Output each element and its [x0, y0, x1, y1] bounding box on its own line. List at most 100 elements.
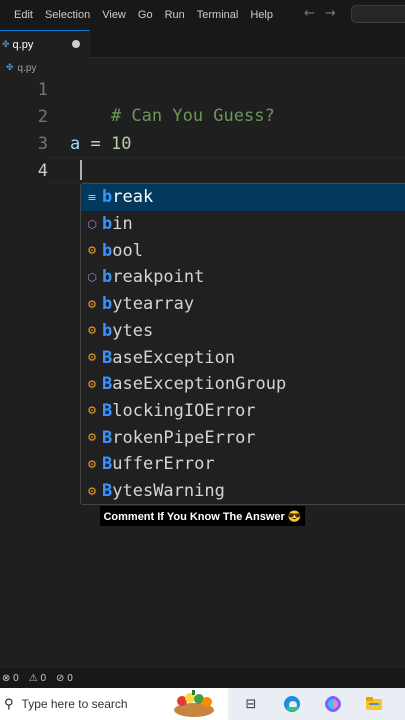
menu-help[interactable]: Help: [244, 0, 279, 30]
windows-taskbar: ⚲ Type here to search ⊟: [0, 688, 405, 720]
suggestion-item[interactable]: ⬡ bin: [81, 211, 405, 238]
suggestion-item[interactable]: ≡ break: [81, 184, 405, 211]
suggestion-label: BufferError: [102, 454, 215, 474]
class-icon: ⚙: [87, 431, 97, 445]
suggestion-label: BaseException: [102, 348, 235, 368]
menu-edit[interactable]: Edit: [0, 0, 39, 30]
menu-selection[interactable]: Selection: [39, 0, 96, 30]
class-icon: ⚙: [87, 484, 97, 498]
class-icon: ⚙: [87, 377, 97, 391]
suggestion-match: b: [102, 267, 113, 288]
function-icon: ⬡: [87, 217, 97, 231]
task-view-icon[interactable]: ⊟: [241, 694, 261, 714]
suggestion-rest: reak: [112, 187, 154, 208]
suggestion-item[interactable]: ⚙ bytes: [81, 318, 405, 345]
suggestion-match: b: [102, 240, 113, 261]
suggestion-item[interactable]: ⚙ BaseException: [81, 344, 405, 371]
tab-q-py[interactable]: ✤ q.py: [0, 30, 90, 58]
suggestion-label: bool: [102, 241, 143, 261]
suggestion-item[interactable]: ⚙ bytearray: [81, 291, 405, 318]
editor-tab-bar: ✤ q.py: [0, 30, 405, 58]
suggestion-rest: aseExceptionGroup: [112, 374, 287, 395]
menu-terminal[interactable]: Terminal: [191, 0, 245, 30]
suggestion-match: B: [102, 481, 113, 502]
code-line-1: # Can You Guess?: [70, 77, 275, 126]
suggestion-rest: ytes: [112, 320, 154, 341]
autocomplete-suggestions: ≡ break ⬡ bin ⚙ bool ⬡ breakpoint ⚙ bytearray ⚙ byt…: [80, 183, 405, 505]
search-icon: ⚲: [4, 696, 14, 712]
number-token: 10: [110, 134, 132, 154]
edge-browser-icon[interactable]: [282, 694, 302, 714]
suggestion-item[interactable]: ⚙ BlockingIOError: [81, 398, 405, 425]
copilot-icon[interactable]: [323, 694, 343, 714]
suggestion-match: B: [102, 374, 113, 395]
suggestion-rest: in: [112, 214, 133, 235]
file-explorer-icon[interactable]: [364, 694, 384, 714]
suggestion-match: b: [102, 214, 113, 235]
suggestion-rest: aseException: [112, 347, 236, 368]
suggestion-item[interactable]: ⚙ BaseExceptionGroup: [81, 371, 405, 398]
taskbar-search-placeholder: Type here to search: [21, 697, 128, 711]
suggestion-item[interactable]: ⬡ breakpoint: [81, 264, 405, 291]
fruit-basket-icon[interactable]: [170, 690, 218, 718]
variable-token: a: [70, 134, 81, 154]
suggestion-label: bin: [102, 214, 133, 234]
keyword-icon: ≡: [87, 190, 97, 204]
suggestion-label: BlockingIOError: [102, 401, 256, 421]
suggestion-item[interactable]: ⚙ BrokenPipeError: [81, 424, 405, 451]
line-number: 3: [37, 134, 48, 154]
suggestion-label: bytearray: [102, 294, 194, 314]
forward-arrow-icon[interactable]: →: [325, 6, 336, 21]
class-icon: ⚙: [87, 244, 97, 258]
suggestion-match: b: [102, 294, 113, 315]
suggestion-rest: ytearray: [112, 294, 195, 315]
class-icon: ⚙: [87, 404, 97, 418]
class-icon: ⚙: [87, 324, 97, 338]
problems-warnings[interactable]: ⚠ 0: [29, 673, 46, 684]
suggestion-rest: lockingIOError: [112, 400, 256, 421]
ports-count[interactable]: ⊘ 0: [56, 673, 73, 684]
line-number: 4: [37, 161, 48, 181]
breadcrumb: ✤ q.py: [6, 60, 36, 76]
suggestion-item[interactable]: ⚙ BufferError: [81, 451, 405, 478]
menu-view[interactable]: View: [96, 0, 132, 30]
suggestion-match: B: [102, 347, 113, 368]
command-center-search[interactable]: [351, 5, 405, 23]
operator-token: =: [80, 134, 111, 154]
suggestion-item[interactable]: ⚙ BytesWarning: [81, 478, 405, 504]
suggestion-rest: reakpoint: [112, 267, 205, 288]
suggestion-match: b: [102, 320, 113, 341]
suggestion-label: breakpoint: [102, 267, 204, 287]
navigation-arrows: ← →: [304, 6, 336, 21]
suggestion-label: break: [102, 187, 153, 207]
python-file-icon: ✤: [2, 39, 10, 50]
suggestion-item[interactable]: ⚙ bool: [81, 237, 405, 264]
text-cursor: [80, 160, 82, 180]
code-line-3: a = 10: [70, 131, 131, 157]
suggestion-label: BaseExceptionGroup: [102, 374, 286, 394]
caption-text: Comment If You Know The Answer 😎: [103, 510, 302, 523]
comment-token: # Can You Guess?: [110, 106, 275, 126]
suggestion-match: B: [102, 427, 113, 448]
tab-label: q.py: [12, 38, 34, 51]
unsaved-dot-icon[interactable]: [72, 40, 80, 48]
video-caption: Comment If You Know The Answer 😎: [100, 506, 305, 526]
problems-errors[interactable]: ⊗ 0: [2, 673, 19, 684]
status-bar: ⊗ 0 ⚠ 0 ⊘ 0: [0, 668, 405, 688]
menu-go[interactable]: Go: [132, 0, 159, 30]
suggestion-label: BrokenPipeError: [102, 428, 256, 448]
class-icon: ⚙: [87, 297, 97, 311]
suggestion-label: BytesWarning: [102, 481, 225, 501]
breadcrumb-file[interactable]: q.py: [18, 63, 37, 74]
class-icon: ⚙: [87, 457, 97, 471]
menu-bar: Edit Selection View Go Run Terminal Help: [0, 0, 405, 30]
suggestion-match: b: [102, 187, 113, 208]
function-icon: ⬡: [87, 270, 97, 284]
suggestion-rest: rokenPipeError: [112, 427, 256, 448]
suggestion-rest: ool: [112, 240, 143, 261]
back-arrow-icon[interactable]: ←: [304, 6, 315, 21]
menu-run[interactable]: Run: [159, 0, 191, 30]
suggestion-match: B: [102, 400, 113, 421]
suggestion-label: bytes: [102, 321, 153, 341]
code-line-4: b: [70, 158, 121, 207]
